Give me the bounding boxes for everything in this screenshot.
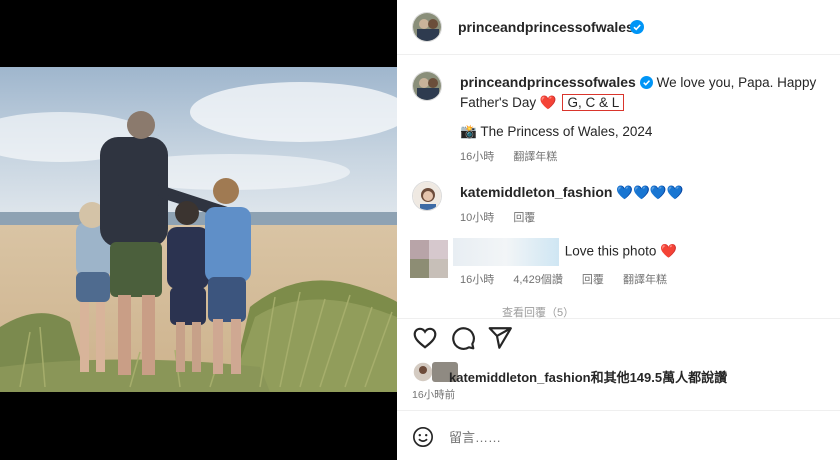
comment-text: katemiddleton_fashion 💙💙💙💙 [460,184,683,201]
comment-meta: 10小時 回覆 [460,209,551,225]
post-time: 16小時前 [412,389,456,401]
post-actions: katemiddleton_fashion和其他149.5萬人都說讚 16小時前 [397,318,840,408]
caption-meta: 16小時 翻譯年糕 [460,148,573,164]
caption-avatar[interactable] [412,71,442,101]
comment-input[interactable] [449,427,809,447]
comment-time: 16小時 [460,274,495,286]
camera-icon: 📸 [460,124,477,139]
share-icon[interactable] [487,325,513,351]
emoji-icon[interactable] [412,426,434,448]
commenter-username[interactable]: katemiddleton_fashion [460,184,612,200]
comment-composer [397,410,840,460]
verified-badge-icon [639,76,653,89]
reply-link[interactable]: 回覆 [513,212,535,224]
commenter-avatar[interactable] [412,181,442,211]
reply-link[interactable]: 回覆 [582,274,604,286]
comment-icon[interactable] [450,325,476,351]
likes-summary[interactable]: katemiddleton_fashion和其他149.5萬人都說讚 [449,367,727,386]
comment-likes[interactable]: 4,429個讚 [513,274,563,286]
translate-link[interactable]: 翻譯年糕 [623,274,667,286]
comments-list: princeandprincessofwales We love you, Pa… [397,56,840,318]
likes-suffix: 和其他149.5萬人都說讚 [590,370,728,385]
post-detail-panel: princeandprincessofwales princeandprince… [397,0,840,460]
photo-credit: 📸 The Princess of Wales, 2024 [460,124,652,140]
comment-body: 💙💙💙💙 [616,185,684,200]
author-username[interactable]: princeandprincessofwales [458,19,634,35]
commenter-username-blurred[interactable] [453,238,559,266]
heart-icon[interactable] [412,325,438,351]
comment-body: Love this photo [564,243,657,259]
author-avatar[interactable] [412,12,442,42]
comment-meta: 16小時 4,429個讚 回覆 翻譯年糕 [460,271,683,287]
verified-badge-icon [630,20,644,34]
heart-emoji: ❤️ [539,95,557,110]
photo-credit-text: The Princess of Wales, 2024 [480,124,653,139]
caption-text: princeandprincessofwales We love you, Pa… [460,72,836,113]
commenter-avatar-blurred[interactable] [410,240,448,278]
translate-link[interactable]: 翻譯年糕 [513,151,557,163]
caption-username[interactable]: princeandprincessofwales [460,74,636,90]
post-photo[interactable] [0,67,397,392]
view-replies-link[interactable]: 查看回覆（5） [502,304,574,318]
heart-emoji: ❤️ [660,243,677,259]
caption-signoff-highlight: G, C & L [562,94,625,111]
liker-username[interactable]: katemiddleton_fashion [449,370,591,385]
comment-time: 10小時 [460,212,495,224]
post-header: princeandprincessofwales [397,0,840,55]
caption-time: 16小時 [460,151,495,163]
comment-text: Love this photo ❤️ [453,238,677,266]
post-media-panel [0,0,397,460]
